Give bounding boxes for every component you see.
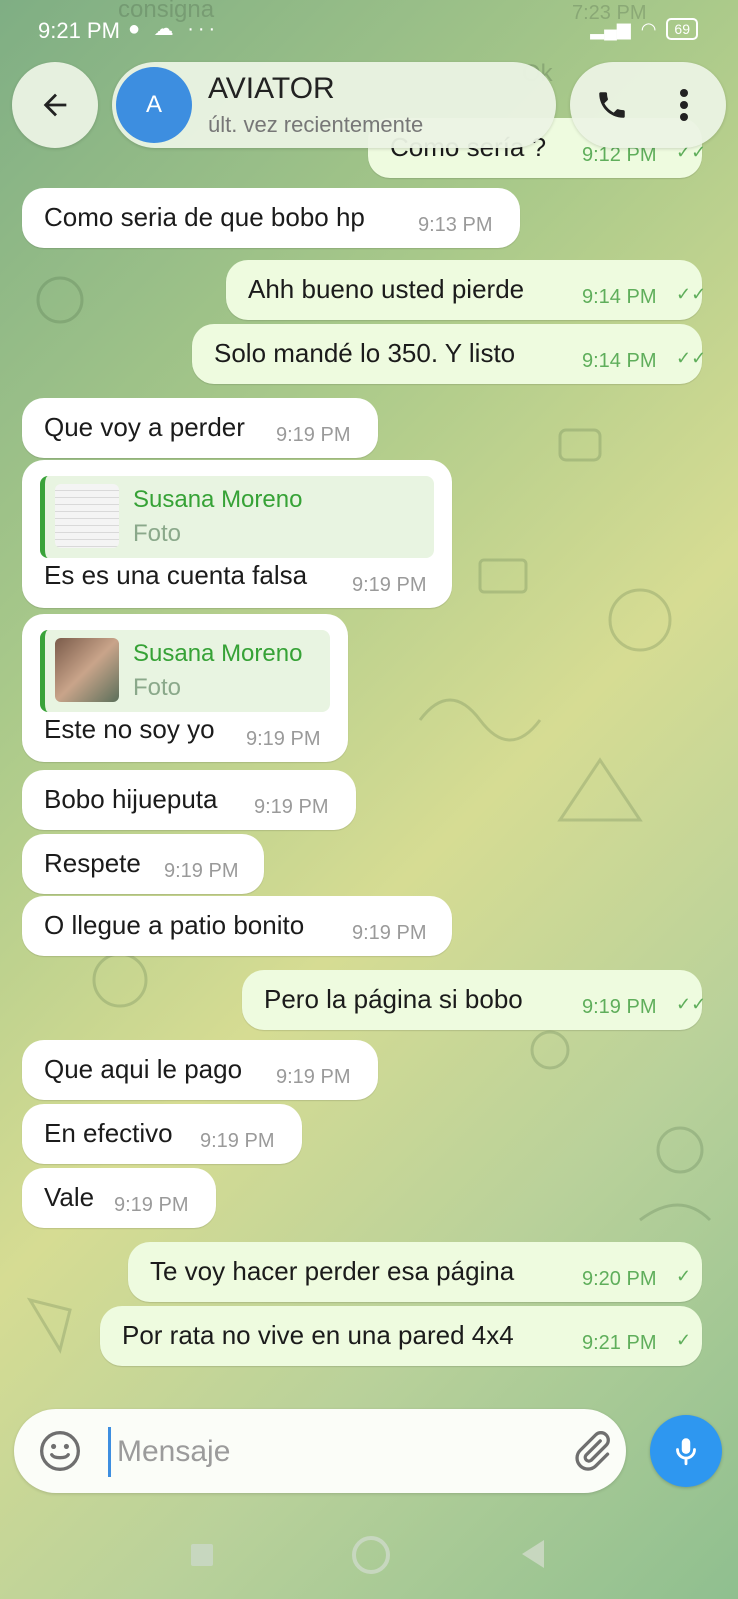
message-text: Vale [44,1182,95,1212]
message-text: Es es una cuenta falsa [44,560,308,590]
call-button[interactable] [590,83,634,127]
incoming-message[interactable]: Respete 9:19 PM [22,834,264,894]
more-vert-icon [680,89,688,121]
message-text: Solo mandé lo 350. Y listo [214,338,516,368]
composer [14,1409,726,1493]
quote-type: Foto [133,520,182,547]
message-text: Bobo hijueputa [44,784,218,814]
chat-title[interactable]: A AVIATOR últ. vez recientemente [112,62,556,148]
message-time: 9:19 PM [200,1130,275,1152]
quote-author: Susana Moreno [133,640,303,667]
message-time: 9:21 PM [582,1332,657,1354]
more-options-button[interactable] [664,83,704,127]
system-navigation-bar [0,1520,738,1590]
sent-checkmark-icon: ✓ [676,1266,692,1286]
header-actions [570,62,726,148]
message-time: 9:19 PM [114,1194,189,1216]
back-button[interactable] [12,62,98,148]
phone-icon [599,92,625,118]
paperclip-icon[interactable] [570,1429,614,1473]
outgoing-message[interactable]: Ahh bueno usted pierde 9:14 PM ✓✓ [226,260,706,320]
quote-type: Foto [133,674,182,701]
message-time: 9:19 PM [276,1066,351,1088]
message-text: Este no soy yo [44,714,215,744]
message-text: Te voy hacer perder esa página [150,1256,515,1286]
mic-icon [676,1438,696,1466]
incoming-message[interactable]: Bobo hijueputa 9:19 PM [22,770,356,830]
outgoing-message[interactable]: Pero la página si bobo 9:19 PM ✓✓ [242,970,706,1030]
read-checkmarks-icon: ✓✓ [676,284,707,304]
message-time: 9:14 PM [582,286,657,308]
message-text: Como seria de que bobo hp [44,202,365,232]
read-checkmarks-icon: ✓✓ [676,348,707,368]
sent-checkmark-icon: ✓ [676,1330,692,1350]
voice-record-button[interactable] [650,1415,722,1487]
chat-header: A AVIATOR últ. vez recientemente [0,60,738,150]
outgoing-message[interactable]: Solo mandé lo 350. Y listo 9:14 PM ✓✓ [192,324,706,384]
message-list[interactable]: Como sería ?9:12 PM✓✓Como seria de que b… [0,0,738,1599]
last-seen-status: últ. vez recientemente [208,112,424,137]
message-text: Que aqui le pago [44,1054,243,1084]
message-time: 9:19 PM [254,796,329,818]
photo-thumbnail [55,484,119,548]
message-text: Pero la página si bobo [264,984,523,1014]
message-time: 9:19 PM [276,424,351,446]
message-time: 9:19 PM [246,728,321,750]
message-time: 9:19 PM [164,860,239,882]
chat-name: AVIATOR [208,72,335,105]
photo-thumbnail [55,638,119,702]
avatar[interactable]: A [116,67,192,143]
incoming-message[interactable]: Que aqui le pago 9:19 PM [22,1040,378,1100]
message-text: Por rata no vive en una pared 4x4 [122,1320,514,1350]
read-checkmarks-icon: ✓✓ [676,994,707,1014]
message-input-container [14,1409,626,1493]
outgoing-message[interactable]: Te voy hacer perder esa página 9:20 PM ✓ [128,1242,702,1302]
incoming-message[interactable]: Susana Moreno Foto Es es una cuenta falsa 9… [22,460,452,608]
message-input[interactable] [108,1427,559,1477]
message-time: 9:14 PM [582,350,657,372]
message-time: 9:20 PM [582,1268,657,1290]
incoming-message[interactable]: Que voy a perder 9:19 PM [22,398,378,458]
system-back-button[interactable] [522,1540,544,1568]
message-text: En efectivo [44,1118,173,1148]
reply-quote[interactable]: Susana Moreno Foto [40,630,330,712]
outgoing-message[interactable]: Por rata no vive en una pared 4x4 9:21 PM… [100,1306,702,1366]
emoji-icon[interactable] [38,1429,82,1473]
incoming-message[interactable]: En efectivo 9:19 PM [22,1104,302,1164]
reply-quote[interactable]: Susana Moreno Foto [40,476,434,558]
incoming-message[interactable]: Como seria de que bobo hp 9:13 PM [22,188,520,248]
message-text: Ahh bueno usted pierde [248,274,525,304]
message-time: 9:19 PM [582,996,657,1018]
home-button[interactable] [352,1536,390,1574]
incoming-message[interactable]: O llegue a patio bonito 9:19 PM [22,896,452,956]
quote-author: Susana Moreno [133,486,303,513]
incoming-message[interactable]: Susana Moreno Foto Este no soy yo 9:19 PM [22,614,348,762]
message-text: Respete [44,848,141,878]
message-time: 9:13 PM [418,214,493,236]
incoming-message[interactable]: Vale 9:19 PM [22,1168,216,1228]
message-text: O llegue a patio bonito [44,910,305,940]
message-text: Que voy a perder [44,412,245,442]
message-time: 9:19 PM [352,574,427,596]
message-time: 9:19 PM [352,922,427,944]
recents-button[interactable] [191,1544,213,1566]
back-arrow-icon [43,93,67,117]
